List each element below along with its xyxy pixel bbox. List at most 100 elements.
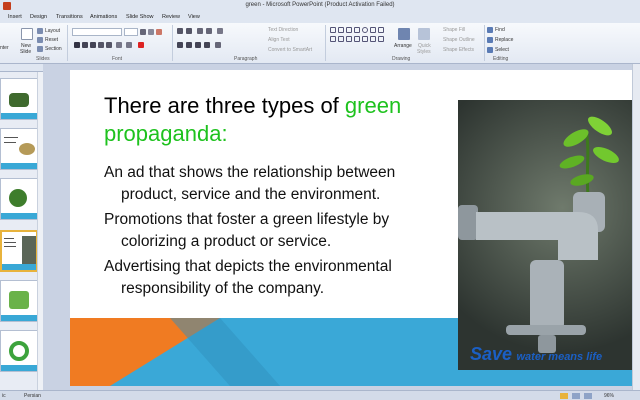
tab-design[interactable]: Design (30, 14, 47, 20)
shape-line-icon[interactable] (338, 27, 344, 33)
text-direction-button[interactable]: Text Direction (268, 27, 298, 33)
slide-sorter-icon[interactable] (572, 393, 580, 399)
quick-styles-button-line2[interactable]: Styles (417, 49, 431, 55)
tab-slide-show[interactable]: Slide Show (126, 14, 154, 20)
new-slide-button-line2[interactable]: Slide (20, 49, 31, 55)
shape-arrow-down-icon[interactable] (338, 36, 344, 42)
find-button[interactable]: Find (495, 27, 505, 33)
select-icon (487, 47, 493, 53)
align-text-button[interactable]: Align Text (268, 37, 290, 43)
normal-view-icon[interactable] (560, 393, 568, 399)
numbering-icon[interactable] (186, 28, 192, 34)
slide-thumbnails-pane (0, 64, 43, 390)
shrink-font-icon[interactable] (148, 29, 154, 35)
section-icon (37, 46, 43, 52)
shape-rectangle-icon[interactable] (354, 27, 360, 33)
ribbon-separator (172, 25, 173, 61)
title-green-word-2: propaganda: (104, 121, 228, 146)
bullet-list[interactable]: An ad that shows the relationship betwee… (104, 162, 434, 303)
font-name-box[interactable] (72, 28, 122, 36)
slides-group-label: Slides (36, 56, 50, 62)
columns-icon[interactable] (215, 42, 221, 48)
underline-icon[interactable] (90, 42, 96, 48)
slide-thumbnail[interactable] (0, 330, 38, 372)
reset-button[interactable]: Reset (45, 37, 58, 43)
shape-star-icon[interactable] (378, 36, 384, 42)
image-caption-save: Save (470, 344, 513, 364)
convert-smartart-button[interactable]: Convert to SmartArt (268, 47, 312, 53)
slide-title[interactable]: There are three types of green propagand… (104, 92, 444, 148)
shape-arrow-icon[interactable] (346, 27, 352, 33)
slide-thumbnail[interactable] (0, 128, 38, 170)
tab-transitions[interactable]: Transitions (56, 14, 83, 20)
shape-fill-button[interactable]: Shape Fill (443, 27, 465, 33)
shape-effects-button[interactable]: Shape Effects (443, 47, 474, 53)
section-button[interactable]: Section (45, 46, 62, 52)
clear-format-icon[interactable] (156, 29, 162, 35)
editor-vertical-scrollbar[interactable] (632, 64, 640, 390)
justify-icon[interactable] (204, 42, 210, 48)
shape-triangle-icon[interactable] (378, 27, 384, 33)
bullet-item: Promotions that foster a green lifestyle… (104, 211, 390, 250)
font-size-box[interactable] (124, 28, 138, 36)
shape-line-icon[interactable] (330, 27, 336, 33)
status-slide-info: ic (2, 393, 6, 399)
arrange-icon[interactable] (398, 28, 410, 40)
shape-callout-icon[interactable] (362, 36, 368, 42)
layout-button[interactable]: Layout (45, 28, 60, 34)
strikethrough-icon[interactable] (98, 42, 104, 48)
faucet-plant-image[interactable]: Save water means life (458, 100, 632, 370)
tab-review[interactable]: Review (162, 14, 180, 20)
shape-outline-button[interactable]: Shape Outline (443, 37, 475, 43)
slide-thumbnail[interactable] (0, 178, 38, 220)
grow-font-icon[interactable] (140, 29, 146, 35)
line-spacing-icon[interactable] (217, 28, 223, 34)
quick-styles-icon[interactable] (418, 28, 430, 40)
paragraph-group-label: Paragraph (234, 56, 258, 62)
shape-rounded-rect-icon[interactable] (370, 27, 376, 33)
shadow-icon[interactable] (106, 42, 112, 48)
clipboard-partial-label[interactable]: nter (0, 45, 9, 51)
bullet-item: Advertising that depicts the environment… (104, 258, 392, 297)
change-case-icon[interactable] (126, 42, 132, 48)
tab-insert[interactable]: Insert (8, 14, 22, 20)
slide-canvas[interactable]: There are three types of green propagand… (70, 70, 632, 386)
shape-brace-icon[interactable] (354, 36, 360, 42)
ribbon-tabs: Insert Design Transitions Animations Sli… (0, 12, 640, 23)
align-left-icon[interactable] (177, 42, 183, 48)
decrease-indent-icon[interactable] (197, 28, 203, 34)
layout-icon (37, 28, 43, 34)
font-color-icon[interactable] (138, 42, 144, 48)
new-slide-icon[interactable] (21, 28, 33, 40)
shape-oval-icon[interactable] (362, 27, 368, 33)
status-language[interactable]: Persian (24, 393, 41, 399)
italic-icon[interactable] (82, 42, 88, 48)
zoom-level[interactable]: 96% (604, 393, 614, 399)
arrange-button[interactable]: Arrange (394, 43, 412, 49)
slide-thumbnail[interactable] (0, 78, 38, 120)
bold-icon[interactable] (74, 42, 80, 48)
title-bar: green - Microsoft PowerPoint (Product Ac… (0, 0, 640, 12)
slide-thumbnail[interactable] (0, 280, 38, 322)
font-group-label: Font (112, 56, 123, 62)
image-caption-text: water means life (516, 351, 603, 363)
slides-pane-tab[interactable] (0, 64, 43, 72)
character-spacing-icon[interactable] (116, 42, 122, 48)
reading-view-icon[interactable] (584, 393, 592, 399)
ribbon-separator (67, 25, 68, 61)
select-button[interactable]: Select (495, 47, 509, 53)
increase-indent-icon[interactable] (206, 28, 212, 34)
shape-star-icon[interactable] (346, 36, 352, 42)
tab-animations[interactable]: Animations (90, 14, 117, 20)
shape-arrow-right-icon[interactable] (330, 36, 336, 42)
ribbon: nter New Slide Layout Reset Section Slid… (0, 23, 640, 64)
bullets-icon[interactable] (177, 28, 183, 34)
shape-brace-icon[interactable] (370, 36, 376, 42)
align-right-icon[interactable] (195, 42, 201, 48)
title-text: There are three types of (104, 93, 345, 118)
align-center-icon[interactable] (186, 42, 192, 48)
slide-thumbnail-selected[interactable] (0, 230, 38, 272)
tab-view[interactable]: View (188, 14, 200, 20)
status-bar: ic Persian 96% (0, 390, 640, 400)
replace-button[interactable]: Replace (495, 37, 513, 43)
